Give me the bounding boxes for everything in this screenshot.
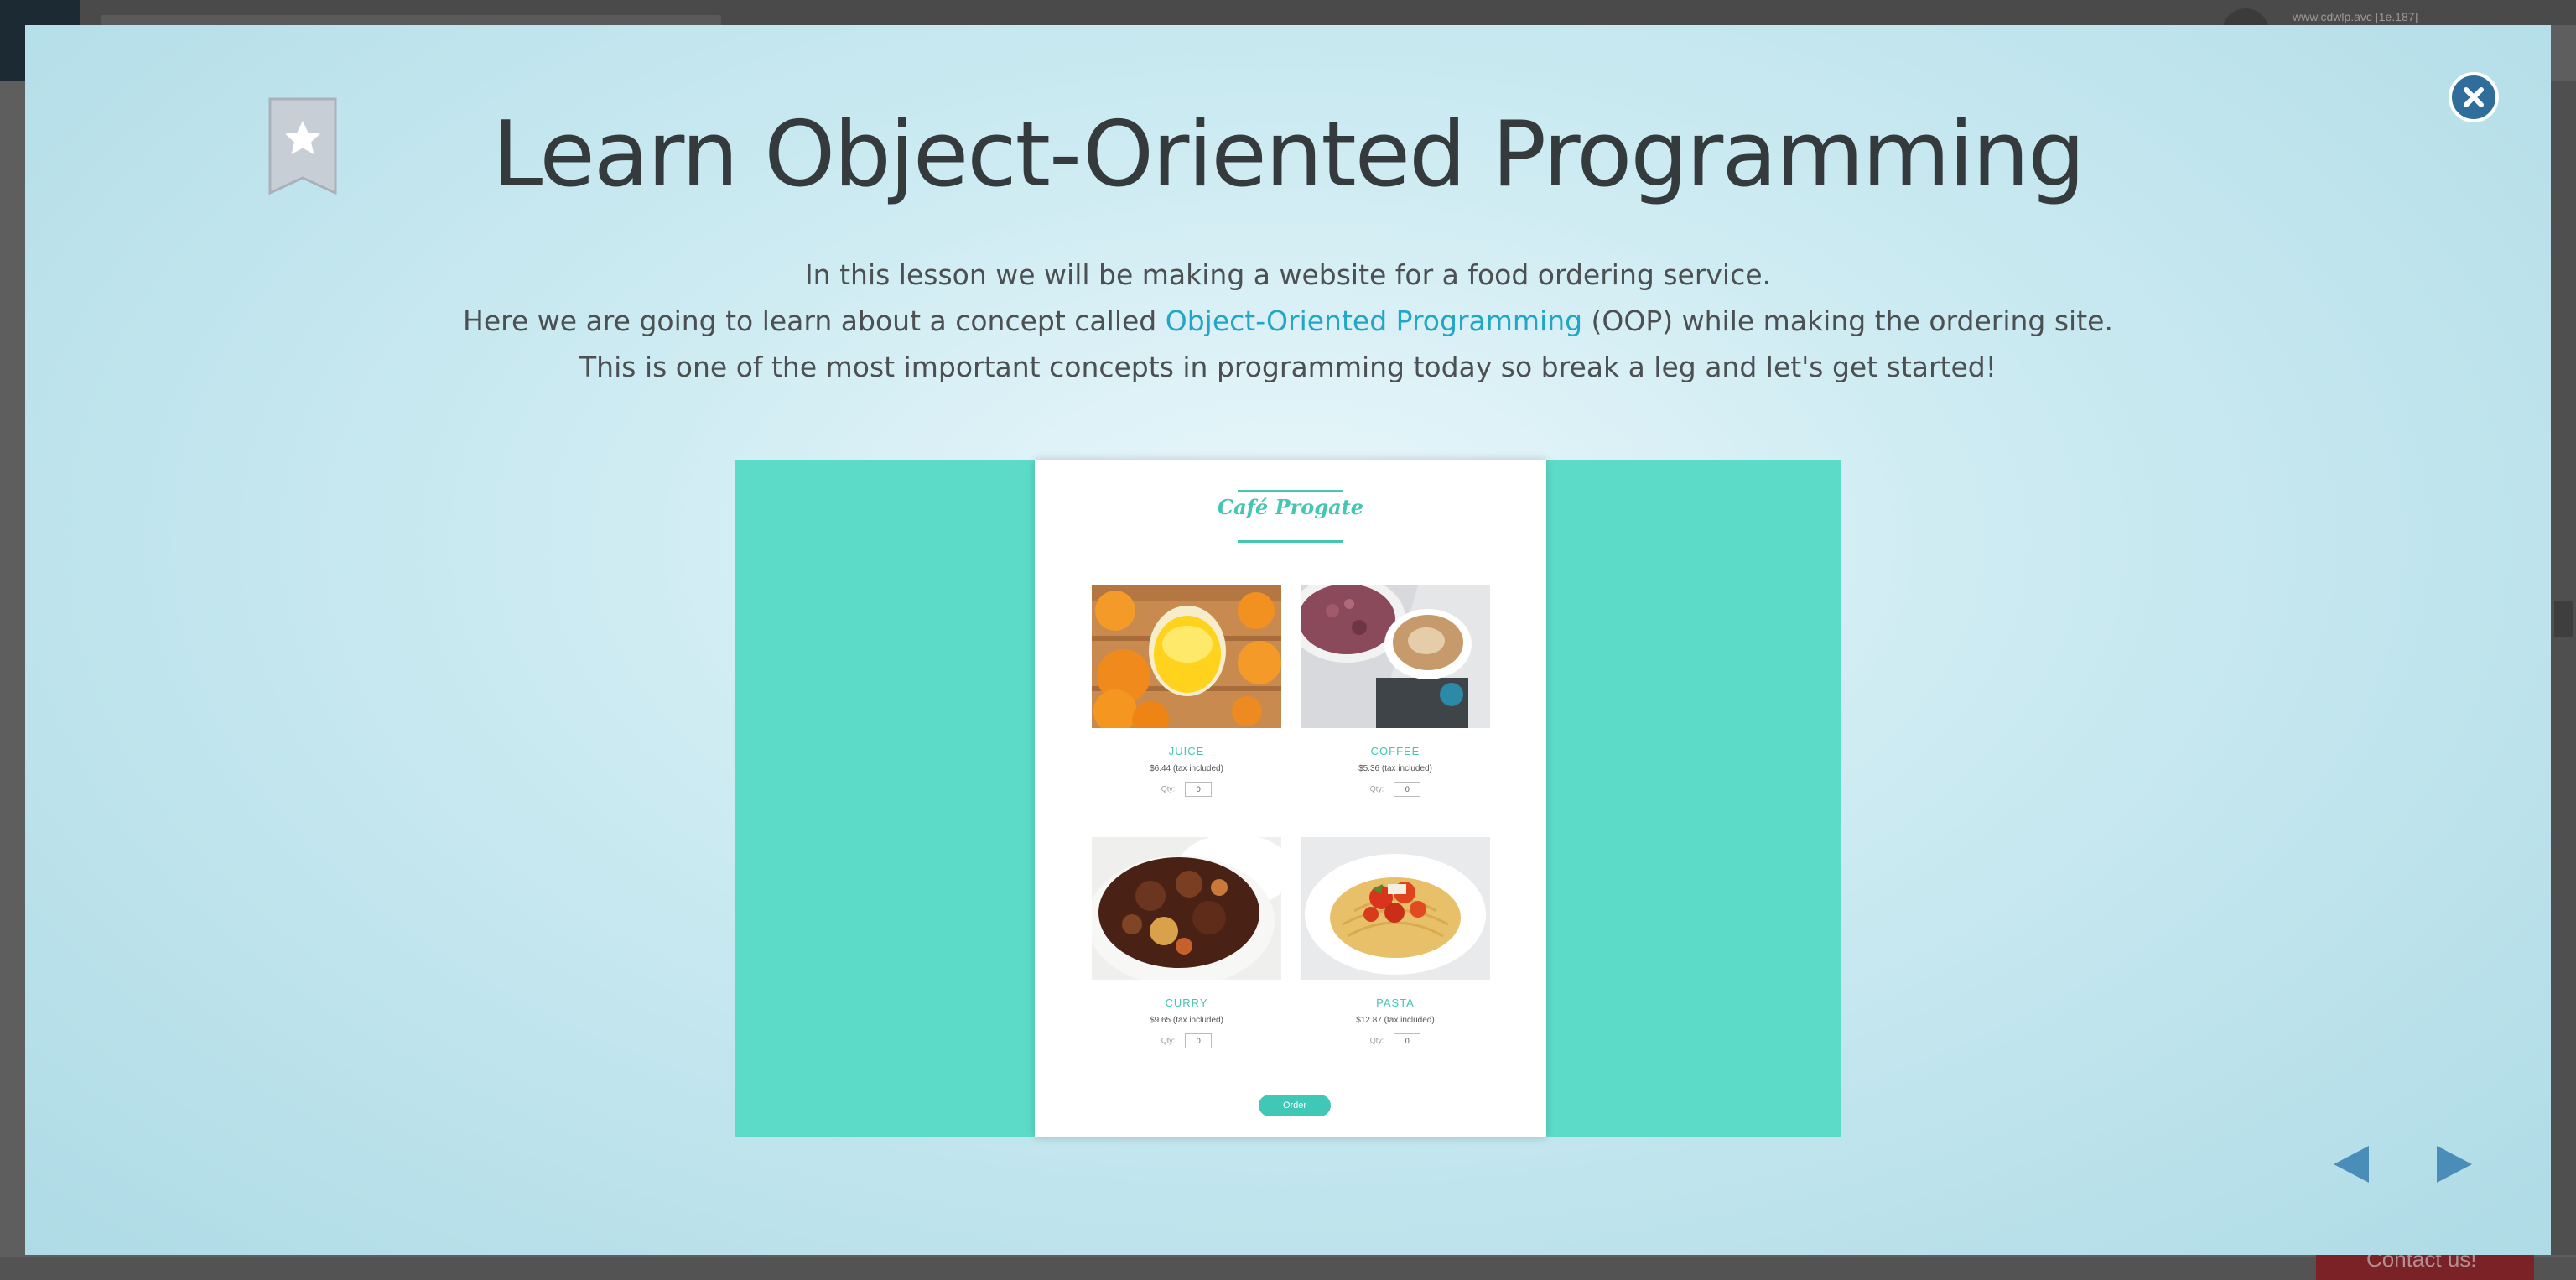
qty-label: Qty:	[1161, 1036, 1176, 1045]
qty-row: Qty: 0	[1092, 1033, 1281, 1048]
description-line-2-suffix: (OOP) while making the ordering site.	[1582, 304, 2113, 337]
qty-input[interactable]: 0	[1394, 782, 1421, 797]
cafe-title-bottom-rule	[1238, 540, 1343, 543]
description-line-1: In this lesson we will be making a websi…	[804, 258, 1772, 291]
item-name: COFFEE	[1370, 745, 1420, 757]
qty-input[interactable]: 0	[1185, 1033, 1213, 1048]
cafe-title-top-rule	[1238, 490, 1343, 492]
qty-row: Qty: 0	[1301, 1033, 1490, 1048]
preview-page: Café Progate JUICE $6.44 (tax included) …	[1035, 460, 1546, 1137]
menu-item-coffee: COFFEE $5.36 (tax included) Qty: 0	[1288, 575, 1490, 797]
description-line-3: This is one of the most important concep…	[579, 351, 1997, 383]
item-name: CURRY	[1165, 996, 1208, 1009]
item-price: $6.44 (tax included)	[1150, 764, 1223, 773]
qty-label: Qty:	[1161, 784, 1176, 793]
prev-arrow-icon[interactable]	[2327, 1139, 2377, 1189]
order-button[interactable]: Order	[1259, 1095, 1331, 1116]
cafe-title: Café Progate	[1218, 495, 1363, 519]
lesson-description: In this lesson we will be making a websi…	[25, 252, 2551, 390]
juice-photo	[1092, 585, 1281, 738]
description-line-2: Here we are going to learn about a conce…	[25, 298, 2551, 344]
item-price: $12.87 (tax included)	[1356, 1016, 1435, 1025]
item-name: PASTA	[1376, 996, 1415, 1009]
menu-item-pasta: PASTA $12.87 (tax included) Qty: 0	[1301, 837, 1490, 1048]
qty-label: Qty:	[1369, 784, 1384, 793]
oop-link[interactable]: Object-Oriented Programming	[1166, 304, 1582, 337]
qty-row: Qty: 0	[1301, 782, 1490, 797]
scroll-thumb	[2554, 601, 2573, 637]
curry-photo	[1087, 834, 1293, 986]
qty-input[interactable]: 0	[1394, 1033, 1421, 1048]
item-price: $9.65 (tax included)	[1150, 1016, 1223, 1025]
description-line-2-prefix: Here we are going to learn about a conce…	[463, 304, 1166, 337]
preview-image: Café Progate JUICE $6.44 (tax included) …	[735, 460, 1841, 1137]
qty-row: Qty: 0	[1092, 782, 1281, 797]
background-bottom-bar	[0, 1257, 2576, 1280]
background-user-text: www.cdwlp.avc [1e.187]	[2293, 10, 2418, 23]
coffee-photo	[1288, 575, 1490, 728]
qty-input[interactable]: 0	[1185, 782, 1213, 797]
pasta-photo	[1301, 837, 1490, 980]
menu-item-juice: JUICE $6.44 (tax included) Qty: 0	[1092, 585, 1281, 797]
lesson-title: Learn Object-Oriented Programming	[492, 102, 2085, 207]
menu-item-curry: CURRY $9.65 (tax included) Qty: 0	[1087, 834, 1293, 1048]
item-price: $5.36 (tax included)	[1358, 764, 1432, 773]
background-scrollbar	[2551, 81, 2576, 1255]
lesson-intro-modal: Learn Object-Oriented Programming In thi…	[25, 25, 2551, 1255]
next-arrow-icon[interactable]	[2428, 1139, 2479, 1189]
qty-label: Qty:	[1369, 1036, 1384, 1045]
item-name: JUICE	[1168, 745, 1205, 757]
